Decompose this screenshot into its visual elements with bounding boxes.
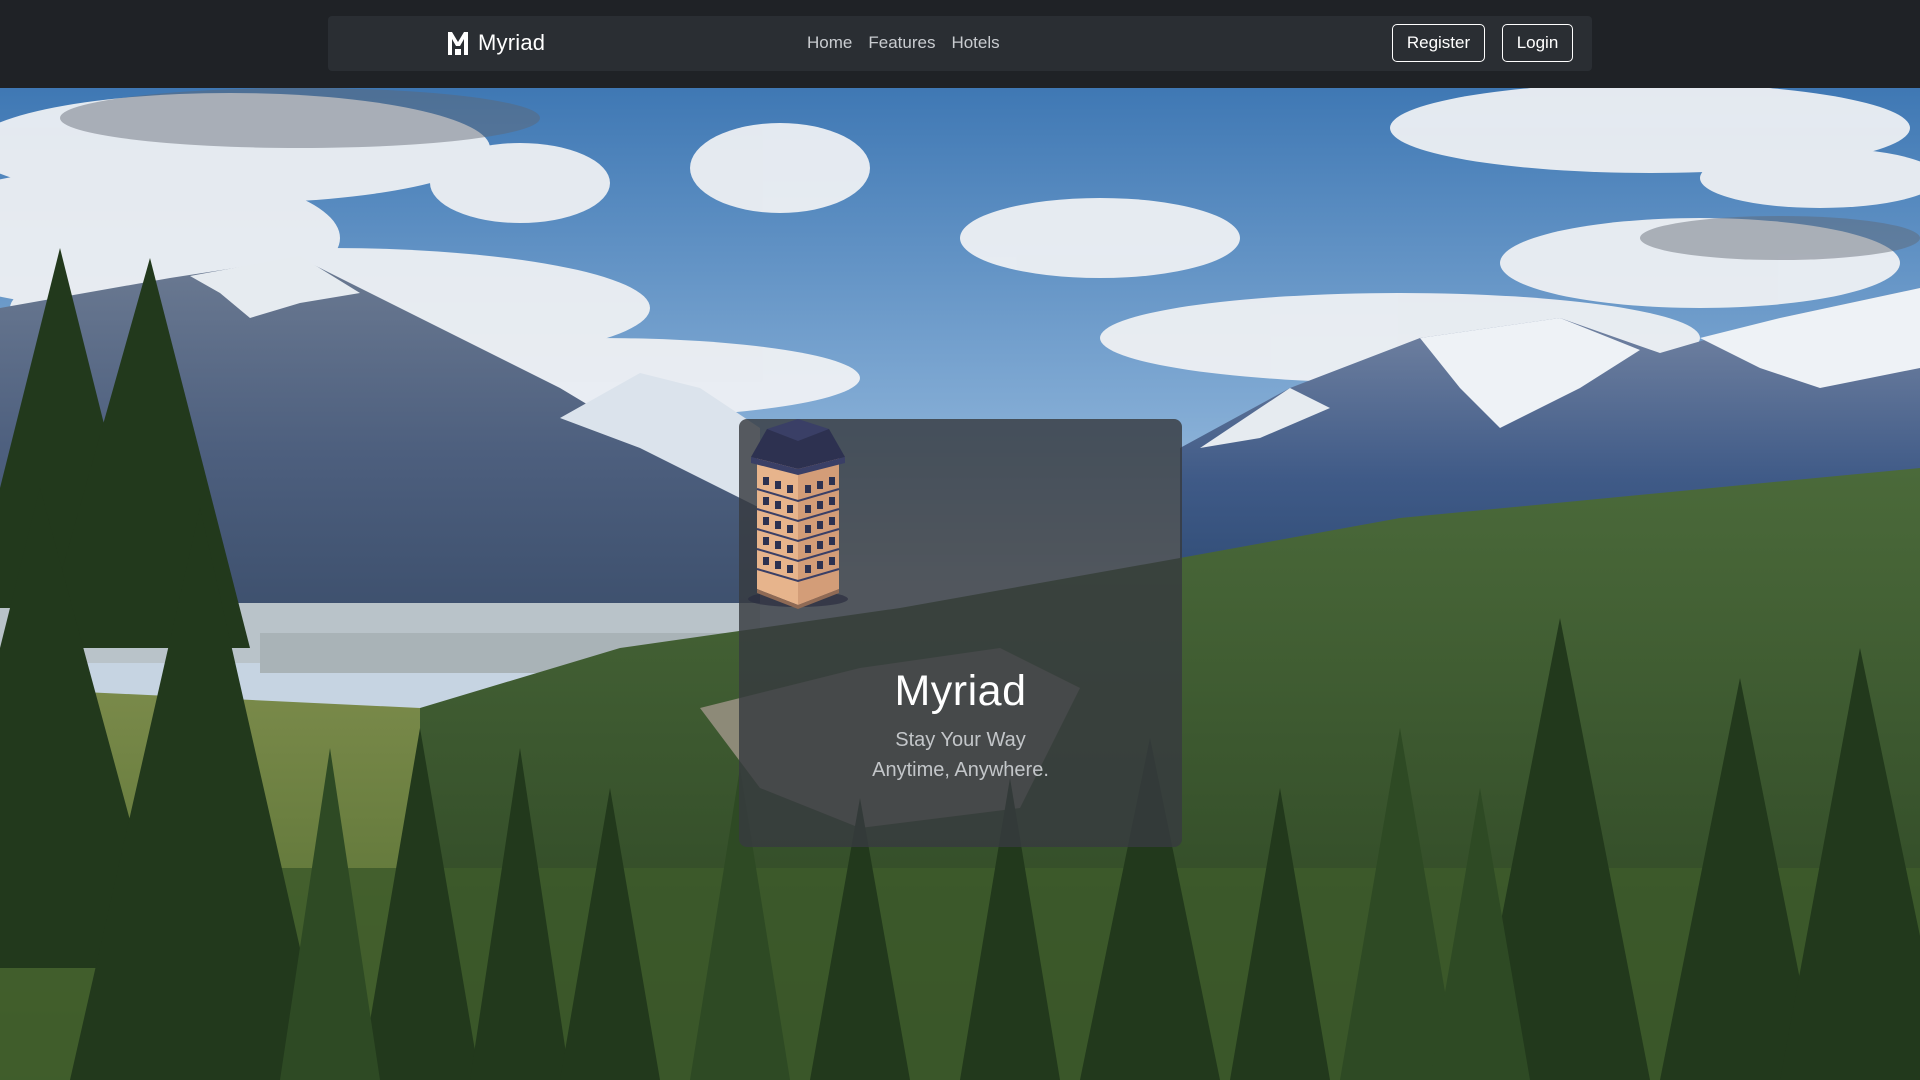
login-button[interactable]: Login (1502, 24, 1573, 62)
brand-link[interactable]: Myriad (446, 28, 545, 58)
nav-links: Home Features Hotels (807, 32, 1000, 54)
register-button[interactable]: Register (1392, 24, 1485, 62)
top-bar: Myriad Home Features Hotels Register Log… (0, 0, 1920, 88)
tagline-line-2: Anytime, Anywhere. (872, 759, 1049, 781)
hero-section: Myriad Stay Your Way Anytime, Anywhere. (0, 88, 1920, 1080)
hero-card: Myriad Stay Your Way Anytime, Anywhere. (739, 419, 1182, 847)
hero-title: Myriad (894, 667, 1027, 715)
myriad-logo-icon (448, 32, 468, 55)
navbar: Myriad Home Features Hotels Register Log… (328, 16, 1592, 71)
nav-link-home[interactable]: Home (807, 32, 852, 54)
nav-link-features[interactable]: Features (868, 32, 935, 54)
hero-tagline: Stay Your Way Anytime, Anywhere. (739, 725, 1182, 785)
nav-actions: Register Login (1392, 24, 1573, 62)
nav-link-hotels[interactable]: Hotels (951, 32, 999, 54)
tagline-line-1: Stay Your Way (895, 729, 1026, 751)
hotel-building-icon (748, 419, 848, 609)
brand-name: Myriad (478, 30, 546, 55)
